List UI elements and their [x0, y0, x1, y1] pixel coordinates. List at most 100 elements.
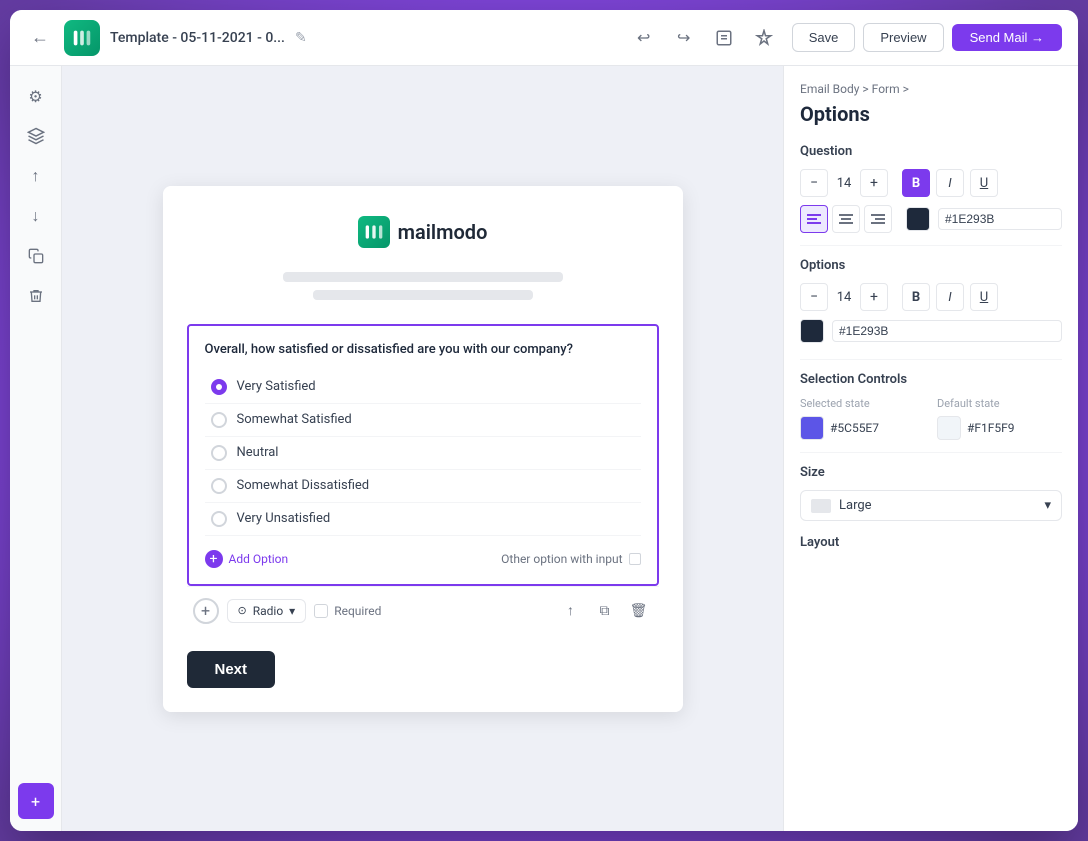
next-button[interactable]: Next	[187, 651, 276, 688]
question-font-controls: − 14 + B I U	[800, 169, 1062, 197]
add-option-row: + Add Option Other option with input	[205, 544, 641, 568]
sidebar-move-up-icon[interactable]: ↑	[18, 158, 54, 194]
options-bold-button[interactable]: B	[902, 283, 930, 311]
sidebar-layers-icon[interactable]	[18, 118, 54, 154]
radio-label-1: Very Satisfied	[237, 379, 316, 394]
selection-states: Selected state #5C55E7 Default state #F1…	[800, 397, 1062, 440]
toolbar-required-area[interactable]: Required	[314, 604, 381, 618]
sidebar-delete-icon[interactable]	[18, 278, 54, 314]
radio-option-2[interactable]: Somewhat Satisfied	[205, 404, 641, 437]
question-underline-button[interactable]: U	[970, 169, 998, 197]
duplicate-toolbar-icon[interactable]: ⧉	[591, 597, 619, 625]
selected-state-color-val: #5C55E7	[830, 421, 879, 435]
toolbar-icon-buttons: ↑ ⧉ 🗑	[557, 597, 653, 625]
notes-button[interactable]	[708, 22, 740, 54]
sidebar-move-down-icon[interactable]: ↓	[18, 198, 54, 234]
question-bold-button[interactable]: B	[902, 169, 930, 197]
template-title: Template - 05-11-2021 - 0...	[110, 30, 285, 46]
email-preview: mailmodo Overall, how satisfied or dissa…	[163, 186, 683, 712]
question-align-left[interactable]	[800, 205, 828, 233]
size-value: Large	[839, 498, 872, 513]
divider-3	[800, 452, 1062, 453]
back-button[interactable]: ←	[26, 24, 54, 52]
options-font-decrease[interactable]: −	[800, 283, 828, 311]
topbar-center: ↩ ↪	[628, 22, 780, 54]
options-font-size: 14	[834, 290, 854, 305]
question-align-center[interactable]	[832, 205, 860, 233]
radio-label-3: Neutral	[237, 445, 279, 460]
options-color-swatch[interactable]	[800, 319, 824, 343]
breadcrumb: Email Body > Form >	[800, 82, 1062, 96]
default-state-swatch[interactable]	[937, 416, 961, 440]
other-option-label: Other option with input	[501, 552, 622, 566]
question-color-row	[906, 207, 1062, 231]
selection-controls-title: Selection Controls	[800, 372, 1062, 387]
topbar-left: ← Template - 05-11-2021 - 0... ✎	[26, 20, 616, 56]
sidebar-add-icon[interactable]: +	[18, 783, 54, 819]
options-section-title: Options	[800, 258, 1062, 273]
default-state-color-val: #F1F5F9	[967, 421, 1015, 435]
question-font-decrease[interactable]: −	[800, 169, 828, 197]
magic-button[interactable]	[748, 22, 780, 54]
question-align-right[interactable]	[864, 205, 892, 233]
radio-option-5[interactable]: Very Unsatisfied	[205, 503, 641, 536]
options-color-input[interactable]	[832, 320, 1062, 342]
size-select[interactable]: Large ▾	[800, 490, 1062, 521]
form-question: Overall, how satisfied or dissatisfied a…	[205, 342, 641, 357]
question-color-input[interactable]	[938, 208, 1062, 230]
radio-option-1[interactable]: Very Satisfied	[205, 371, 641, 404]
radio-option-4[interactable]: Somewhat Dissatisfied	[205, 470, 641, 503]
options-color-row	[800, 319, 1062, 343]
question-align-controls	[800, 205, 1062, 233]
question-font-increase[interactable]: +	[860, 169, 888, 197]
form-toolbar: + ⊙ Radio ▾ Required ↑ ⧉	[187, 586, 659, 635]
size-chevron-icon: ▾	[1044, 498, 1051, 513]
options-underline-button[interactable]: U	[970, 283, 998, 311]
other-option-checkbox[interactable]	[629, 553, 641, 565]
email-body: mailmodo Overall, how satisfied or dissa…	[163, 186, 683, 712]
dropdown-chevron: ▾	[289, 604, 295, 618]
options-italic-button[interactable]: I	[936, 283, 964, 311]
send-mail-button[interactable]: Send Mail →	[952, 24, 1062, 51]
toolbar-type-select[interactable]: ⊙ Radio ▾	[227, 599, 307, 623]
radio-circle-4	[211, 478, 227, 494]
question-font-size: 14	[834, 176, 854, 191]
canvas-area[interactable]: mailmodo Overall, how satisfied or dissa…	[62, 66, 783, 831]
placeholder-line-2	[313, 290, 533, 300]
default-state-col: Default state #F1F5F9	[937, 397, 1062, 440]
selected-state-swatch[interactable]	[800, 416, 824, 440]
left-sidebar: ⚙ ↑ ↓ +	[10, 66, 62, 831]
add-option-button[interactable]: + Add Option	[205, 550, 289, 568]
form-widget: Overall, how satisfied or dissatisfied a…	[187, 324, 659, 586]
default-state-color-row: #F1F5F9	[937, 416, 1062, 440]
required-checkbox[interactable]	[314, 604, 328, 618]
selected-state-color-row: #5C55E7	[800, 416, 925, 440]
edit-title-icon[interactable]: ✎	[295, 30, 307, 46]
question-color-swatch[interactable]	[906, 207, 930, 231]
mailmodo-logo-icon	[358, 216, 390, 248]
question-italic-button[interactable]: I	[936, 169, 964, 197]
other-option-area[interactable]: Other option with input	[501, 552, 640, 566]
toolbar-type-label: Radio	[253, 604, 283, 618]
toolbar-add-button[interactable]: +	[193, 598, 219, 624]
main-content: ⚙ ↑ ↓ +	[10, 66, 1078, 831]
radio-option-3[interactable]: Neutral	[205, 437, 641, 470]
size-section-title: Size	[800, 465, 1062, 480]
sidebar-settings-icon[interactable]: ⚙	[18, 78, 54, 114]
radio-circle-5	[211, 511, 227, 527]
undo-button[interactable]: ↩	[628, 22, 660, 54]
move-up-toolbar-icon[interactable]: ↑	[557, 597, 585, 625]
options-font-increase[interactable]: +	[860, 283, 888, 311]
delete-toolbar-icon[interactable]: 🗑	[625, 597, 653, 625]
radio-label-5: Very Unsatisfied	[237, 511, 331, 526]
default-state-label: Default state	[937, 397, 1062, 410]
save-button[interactable]: Save	[792, 23, 856, 52]
mailmodo-logo-text: mailmodo	[398, 220, 488, 244]
right-panel: Email Body > Form > Options Question − 1…	[783, 66, 1078, 831]
topbar: ← Template - 05-11-2021 - 0... ✎ ↩ ↪	[10, 10, 1078, 66]
redo-button[interactable]: ↪	[668, 22, 700, 54]
preview-button[interactable]: Preview	[863, 23, 943, 52]
size-select-left: Large	[811, 498, 872, 513]
options-font-controls: − 14 + B I U	[800, 283, 1062, 311]
sidebar-copy-icon[interactable]	[18, 238, 54, 274]
